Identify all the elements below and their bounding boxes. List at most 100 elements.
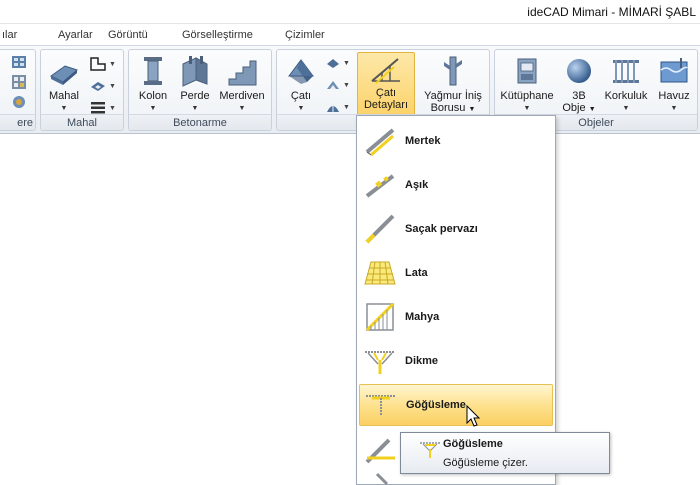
merdiven-label: Merdiven: [219, 90, 265, 102]
cati-label: Çatı: [290, 90, 312, 102]
mouse-cursor-icon: [466, 405, 481, 427]
panel-grid-icon: [12, 75, 26, 89]
korkuluk-label: Korkuluk: [604, 90, 648, 102]
library-cabinet-icon: [517, 58, 537, 84]
cati-detaylari-label-line1: Çatı: [375, 87, 397, 99]
yagmur-label-line1: Yağmur İniş: [424, 90, 482, 102]
window-title: ideCAD Mimari - MİMARİ ŞABL: [527, 5, 696, 19]
group-label-betonarme: Betonarme: [173, 117, 227, 129]
obje-3b-label-line1: 3B: [572, 90, 586, 102]
ridge-icon: [365, 302, 395, 332]
small-tool-1[interactable]: [11, 54, 27, 70]
group-label-partial: ere: [17, 117, 33, 129]
mahal-tool-outline[interactable]: ▼: [89, 56, 116, 72]
cati-tool-2[interactable]: ▼: [325, 78, 350, 92]
floor-tile-icon: [91, 82, 105, 91]
group-partial: ere: [0, 49, 36, 131]
tab-ayarlar[interactable]: Ayarlar: [58, 29, 93, 41]
purlin-icon: [365, 174, 395, 198]
tab-partial[interactable]: ılar: [2, 29, 17, 41]
tooltip: Göğüsleme Göğüsleme çizer.: [400, 432, 610, 474]
column-icon: [144, 57, 162, 85]
ribbon: ere Mahal ▼ ▼ ▼ ▼ Mahal Kolon ▼ Perde ▼ …: [0, 46, 700, 134]
cati-detaylari-button[interactable]: Çatı Detayları: [357, 52, 415, 116]
menu-item-mertek[interactable]: Mertek: [359, 120, 553, 162]
cati-detaylari-label-line2: Detayları: [363, 99, 409, 111]
title-bar: ideCAD Mimari - MİMARİ ŞABL: [0, 0, 700, 24]
menu-label: Mahya: [405, 311, 440, 323]
mahal-label: Mahal: [49, 90, 79, 102]
mahal-tool-tile[interactable]: ▼: [89, 78, 116, 94]
menu-label: Dikme: [405, 355, 439, 367]
cati-tool-3[interactable]: ▼: [325, 100, 350, 114]
floor-slab-icon: [50, 65, 78, 85]
chevron-down-icon: ▼: [109, 82, 116, 90]
kolon-label: Kolon: [138, 90, 168, 102]
small-tool-2[interactable]: [11, 74, 27, 90]
mahal-button[interactable]: Mahal ▼: [47, 54, 81, 115]
menu-label: Aşık: [405, 179, 429, 191]
chevron-down-icon: ▼: [343, 103, 350, 111]
menu-label: Saçak pervazı: [405, 223, 478, 235]
bracing-icon: [366, 395, 396, 416]
chevron-down-icon: ▼: [468, 106, 476, 113]
obje-3b-button[interactable]: 3B Obje ▼: [559, 54, 599, 116]
shield-gear-icon: [13, 96, 25, 108]
roof-icon: [288, 59, 314, 84]
korkuluk-button[interactable]: Korkuluk ▼: [601, 54, 651, 115]
tooltip-title: Göğüsleme: [443, 438, 503, 450]
chevron-down-icon: ▼: [343, 59, 350, 67]
rafter-icon: [365, 128, 395, 157]
cati-detaylari-menu: Mertek Aşık Saçak pervazı Lata Mahya Dik…: [356, 115, 556, 485]
menu-item-lata[interactable]: Lata: [359, 252, 553, 294]
cati-button[interactable]: Çatı ▼: [283, 54, 319, 115]
shear-wall-icon: [182, 56, 208, 87]
tab-gorsellestirme[interactable]: Görselleştirme: [182, 29, 253, 41]
kolon-button[interactable]: Kolon ▼: [135, 54, 171, 115]
beam-icon: [365, 438, 395, 464]
small-tool-3[interactable]: [11, 94, 27, 110]
havuz-button[interactable]: Havuz ▼: [653, 54, 695, 115]
room-outline-icon: [90, 57, 106, 71]
dormer-icon: [327, 59, 339, 68]
chevron-down-icon: ▼: [109, 60, 116, 68]
post-icon: [365, 351, 395, 374]
bracing-icon: [420, 442, 440, 458]
menu-item-asik[interactable]: Aşık: [359, 164, 553, 206]
stairs-icon: [228, 60, 257, 86]
drain-pipe-icon: [444, 56, 462, 86]
cati-tool-1[interactable]: ▼: [325, 56, 350, 70]
dome-icon: [327, 103, 339, 112]
menu-label: Lata: [405, 267, 428, 279]
perde-button[interactable]: Perde ▼: [177, 54, 213, 115]
havuz-label: Havuz: [658, 90, 690, 102]
kutuphane-button[interactable]: Kütüphane ▼: [499, 54, 555, 115]
pool-icon: [660, 58, 688, 83]
tab-cizimler[interactable]: Çizimler: [285, 29, 325, 41]
menu-item-mahya[interactable]: Mahya: [359, 296, 553, 338]
ribbon-tabs: ılar Ayarlar Görüntü Görselleştirme Çizi…: [0, 24, 700, 46]
brace-icon: [375, 472, 389, 485]
menu-item-sacak-pervazi[interactable]: Saçak pervazı: [359, 208, 553, 250]
lath-icon: [364, 261, 396, 285]
sphere-icon: [567, 59, 591, 83]
railing-icon: [613, 60, 639, 83]
roof-truss-icon: [371, 58, 400, 84]
menu-item-gogusleme[interactable]: Göğüsleme: [359, 384, 553, 426]
merdiven-button[interactable]: Merdiven ▼: [217, 54, 267, 115]
tooltip-description: Göğüsleme çizer.: [443, 457, 528, 469]
roof-tile-icon: [327, 81, 339, 89]
chevron-down-icon: ▼: [109, 104, 116, 112]
group-label-mahal: Mahal: [67, 117, 97, 129]
grid-window-icon: [12, 56, 26, 68]
perde-label: Perde: [180, 90, 210, 102]
chevron-down-icon: ▼: [343, 81, 350, 89]
chevron-down-icon: ▼: [588, 106, 596, 113]
menu-label: Mertek: [405, 135, 441, 147]
group-betonarme: Kolon ▼ Perde ▼ Merdiven ▼ Betonarme: [128, 49, 272, 131]
menu-item-dikme[interactable]: Dikme: [359, 340, 553, 382]
kutuphane-label: Kütüphane: [500, 90, 554, 102]
tab-goruntu[interactable]: Görüntü: [108, 29, 148, 41]
group-mahal: Mahal ▼ ▼ ▼ ▼ Mahal: [40, 49, 124, 131]
yagmur-inis-borusu-button[interactable]: Yağmur İniş Borusu ▼: [421, 54, 485, 116]
